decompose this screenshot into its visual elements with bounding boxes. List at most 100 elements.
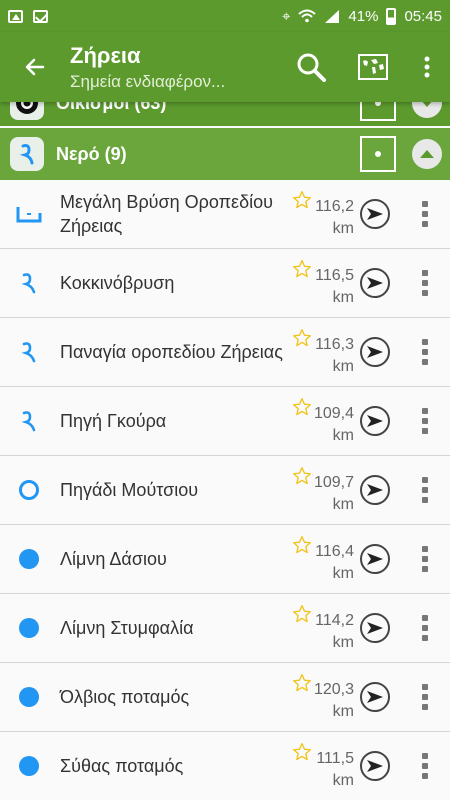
favorite-star-icon[interactable]	[292, 466, 312, 486]
navigate-button[interactable]	[360, 199, 390, 229]
item-menu-button[interactable]	[410, 753, 440, 779]
poi-name: Σύθας ποταμός	[60, 756, 184, 776]
distance-unit: km	[332, 772, 354, 789]
well-icon	[0, 478, 56, 502]
category-water[interactable]: Νερό (9)	[0, 128, 450, 180]
navigate-button[interactable]	[360, 268, 390, 298]
item-menu-button[interactable]	[410, 201, 440, 227]
navigate-arrow-icon	[367, 691, 383, 703]
clock: 05:45	[404, 7, 442, 25]
navigate-arrow-icon	[367, 208, 383, 220]
mail-notification-icon	[33, 9, 48, 23]
settlement-category-icon	[10, 102, 44, 120]
list-item[interactable]: Λίμνη Στυμφαλία 114,2 km	[0, 594, 450, 663]
item-menu-button[interactable]	[410, 408, 440, 434]
favorite-star-icon[interactable]	[292, 535, 312, 555]
navigate-button[interactable]	[360, 406, 390, 436]
poi-name: Μεγάλη Βρύση Οροπεδίου Ζήρειας	[60, 192, 273, 236]
distance-value: 109,7	[313, 474, 354, 491]
poi-name: Κοκκινόβρυση	[60, 273, 175, 293]
world-map-icon	[358, 54, 388, 80]
spring-icon	[0, 409, 56, 433]
poi-name: Πηγή Γκούρα	[60, 411, 167, 431]
distance-unit: km	[332, 703, 354, 720]
favorite-star-icon[interactable]	[292, 673, 312, 693]
distance-unit: km	[332, 634, 354, 651]
distance-unit: km	[332, 289, 354, 306]
navigate-arrow-icon	[367, 622, 383, 634]
gallery-notification-icon	[8, 9, 23, 23]
list-item[interactable]: Παναγία οροπεδίου Ζήρειας 116,3 km	[0, 318, 450, 387]
poi-name: Πηγάδι Μούτσιου	[60, 480, 199, 500]
list-item[interactable]: Μεγάλη Βρύση Οροπεδίου Ζήρειας 116,2 km	[0, 180, 450, 249]
favorite-star-icon[interactable]	[292, 742, 312, 762]
distance-text: 114,2 km	[315, 610, 354, 654]
item-menu-button[interactable]	[410, 546, 440, 572]
navigate-button[interactable]	[360, 751, 390, 781]
navigate-arrow-icon	[367, 415, 383, 427]
expand-button[interactable]	[412, 102, 442, 118]
navigate-button[interactable]	[360, 337, 390, 367]
chevron-down-icon	[422, 102, 432, 107]
spring-icon	[0, 271, 56, 295]
list-item[interactable]: Κοκκινόβρυση 116,5 km	[0, 249, 450, 318]
favorite-star-icon[interactable]	[292, 397, 312, 417]
show-on-map-toggle[interactable]	[360, 136, 396, 172]
list-item[interactable]: Πηγάδι Μούτσιου 109,7 km	[0, 456, 450, 525]
distance-text: 111,5 km	[316, 748, 354, 792]
item-menu-button[interactable]	[410, 339, 440, 365]
fountain-icon	[0, 203, 56, 225]
item-menu-button[interactable]	[410, 270, 440, 296]
back-button[interactable]	[0, 32, 70, 102]
list-item[interactable]: Λίμνη Δάσιου 116,4 km	[0, 525, 450, 594]
favorite-star-icon[interactable]	[292, 328, 312, 348]
signal-icon	[325, 9, 340, 23]
distance-value: 109,4	[313, 405, 354, 422]
distance-text: 109,4 km	[314, 403, 354, 447]
chevron-up-icon	[420, 150, 434, 158]
distance-text: 109,7 km	[314, 472, 354, 516]
distance-value: 116,3	[315, 336, 354, 353]
page-title: Ζήρεια	[70, 43, 141, 68]
search-icon	[297, 53, 326, 82]
item-menu-button[interactable]	[410, 615, 440, 641]
lake-icon	[0, 547, 56, 571]
navigate-button[interactable]	[360, 682, 390, 712]
distance-value: 111,5	[316, 750, 354, 767]
show-on-map-toggle[interactable]	[360, 102, 396, 121]
category-settlements[interactable]: Οικισμοί (63)	[0, 102, 450, 126]
distance-text: 116,3 km	[315, 334, 354, 378]
distance-value: 116,2	[315, 198, 354, 215]
item-menu-button[interactable]	[410, 684, 440, 710]
item-menu-button[interactable]	[410, 477, 440, 503]
location-icon: ⌖	[281, 7, 291, 25]
distance-unit: km	[332, 220, 354, 237]
water-category-icon	[10, 137, 44, 171]
wifi-icon	[298, 9, 317, 23]
favorite-star-icon[interactable]	[292, 259, 312, 279]
favorite-star-icon[interactable]	[292, 604, 312, 624]
category-label: Οικισμοί (63)	[56, 102, 167, 113]
collapse-button[interactable]	[412, 139, 442, 169]
navigate-arrow-icon	[367, 277, 383, 289]
distance-unit: km	[332, 496, 354, 513]
favorite-star-icon[interactable]	[292, 190, 312, 210]
list-item[interactable]: Σύθας ποταμός 111,5 km	[0, 732, 450, 800]
navigate-button[interactable]	[360, 613, 390, 643]
navigate-arrow-icon	[367, 760, 383, 772]
list-item[interactable]: Όλβιος ποταμός 120,3 km	[0, 663, 450, 732]
distance-text: 120,3 km	[314, 679, 354, 723]
lake-icon	[0, 685, 56, 709]
distance-value: 116,5	[315, 267, 354, 284]
navigate-arrow-icon	[367, 553, 383, 565]
search-button[interactable]	[280, 32, 342, 102]
category-label: Νερό (9)	[56, 143, 127, 164]
navigate-button[interactable]	[360, 544, 390, 574]
list-item[interactable]: Πηγή Γκούρα 109,4 km	[0, 387, 450, 456]
overflow-menu-button[interactable]	[404, 32, 450, 102]
navigate-button[interactable]	[360, 475, 390, 505]
poi-list: Μεγάλη Βρύση Οροπεδίου Ζήρειας 116,2 km Κ…	[0, 180, 450, 800]
map-button[interactable]	[342, 32, 404, 102]
battery-percent: 41%	[348, 7, 379, 25]
distance-value: 116,4	[315, 543, 354, 560]
